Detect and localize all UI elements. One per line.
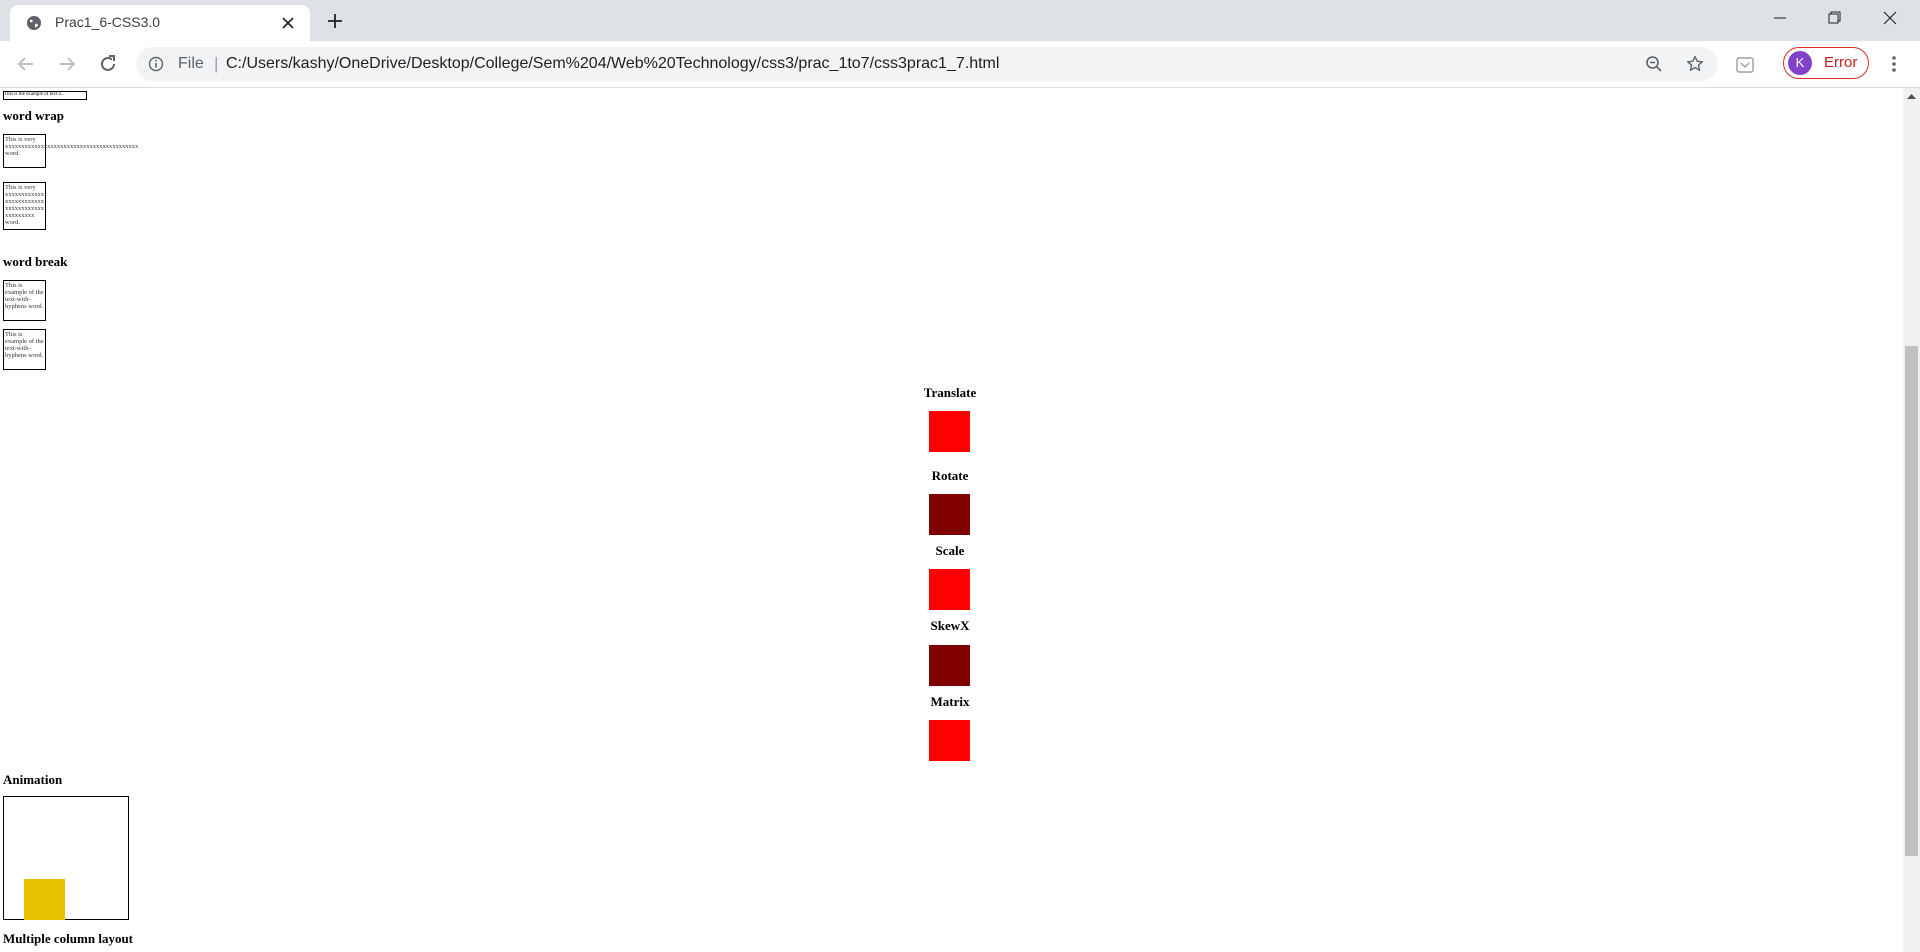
animation-square (24, 879, 65, 920)
reload-icon[interactable] (96, 52, 120, 76)
profile-status: Error (1824, 54, 1858, 71)
matrix-box (929, 720, 970, 761)
matrix-label: Matrix (930, 694, 970, 709)
multiple-column-heading: Multiple column layout (3, 931, 134, 946)
window-close-icon[interactable] (1862, 0, 1918, 36)
word-wrap-box-overflow: This is very xxxxxxxxxxxxxxxxxxxxxxxxxxx… (3, 134, 139, 168)
minimize-icon[interactable] (1752, 0, 1808, 36)
avatar: K (1788, 51, 1812, 75)
forward-arrow-icon[interactable] (55, 52, 79, 76)
zoom-out-icon[interactable] (1644, 54, 1664, 74)
word-break-box-1: This is example of the text-with-hyphens… (3, 280, 46, 321)
rotate-box (929, 494, 970, 535)
animation-frame (3, 796, 129, 920)
browser-tab[interactable]: Prac1_6-CSS3.0 (10, 5, 310, 41)
animation-heading: Animation (3, 772, 63, 787)
translate-label: Translate (923, 385, 977, 400)
text-overflow-box: This is the example of text o... (3, 91, 87, 100)
word-wrap-box-wrapped: This is very xxxxxxxxxxxxxxxxxxxxxxxxxxx… (3, 182, 46, 230)
bookmark-star-icon[interactable] (1685, 54, 1705, 74)
scroll-up-arrow-icon[interactable] (1907, 92, 1916, 101)
rotate-label: Rotate (931, 468, 969, 483)
browser-titlebar: Prac1_6-CSS3.0 (0, 0, 1920, 41)
extension-icon[interactable] (1735, 55, 1755, 75)
address-bar[interactable]: File | C:/Users/kashy/OneDrive/Desktop/C… (136, 47, 1718, 81)
wrap-box-line: This is very (5, 136, 36, 143)
wrap-box-long-word: xxxxxxxxxxxxxxxxxxxxxxxxxxxxxxxxxxxxxxxx… (5, 143, 139, 150)
vertical-scrollbar[interactable] (1903, 88, 1920, 952)
skewx-label: SkewX (930, 618, 970, 633)
more-menu-icon[interactable] (1884, 54, 1904, 74)
info-icon[interactable] (148, 56, 164, 72)
scale-box (929, 569, 970, 610)
url-separator: | (214, 54, 219, 73)
scale-label: Scale (935, 543, 965, 558)
url-scheme: File (178, 55, 204, 72)
translate-box (929, 411, 970, 452)
word-break-heading: word break (3, 254, 68, 269)
close-icon[interactable] (280, 15, 296, 31)
profile-button[interactable]: K Error (1783, 47, 1869, 79)
wrap-box-tail: word. (5, 150, 20, 157)
scrollbar-thumb[interactable] (1905, 346, 1918, 856)
browser-toolbar: File | C:/Users/kashy/OneDrive/Desktop/C… (0, 41, 1920, 88)
globe-icon (27, 16, 41, 30)
page-viewport: This is the example of text o... word wr… (0, 88, 1903, 952)
skewx-box (929, 645, 970, 686)
new-tab-icon[interactable] (326, 12, 344, 30)
word-break-box-2: This is example of the text-with-hyphens… (3, 329, 46, 370)
word-wrap-heading: word wrap (3, 108, 65, 123)
restore-icon[interactable] (1806, 0, 1862, 36)
back-arrow-icon[interactable] (14, 52, 38, 76)
url-text[interactable]: C:/Users/kashy/OneDrive/Desktop/College/… (226, 55, 999, 73)
tab-title: Prac1_6-CSS3.0 (55, 14, 161, 30)
